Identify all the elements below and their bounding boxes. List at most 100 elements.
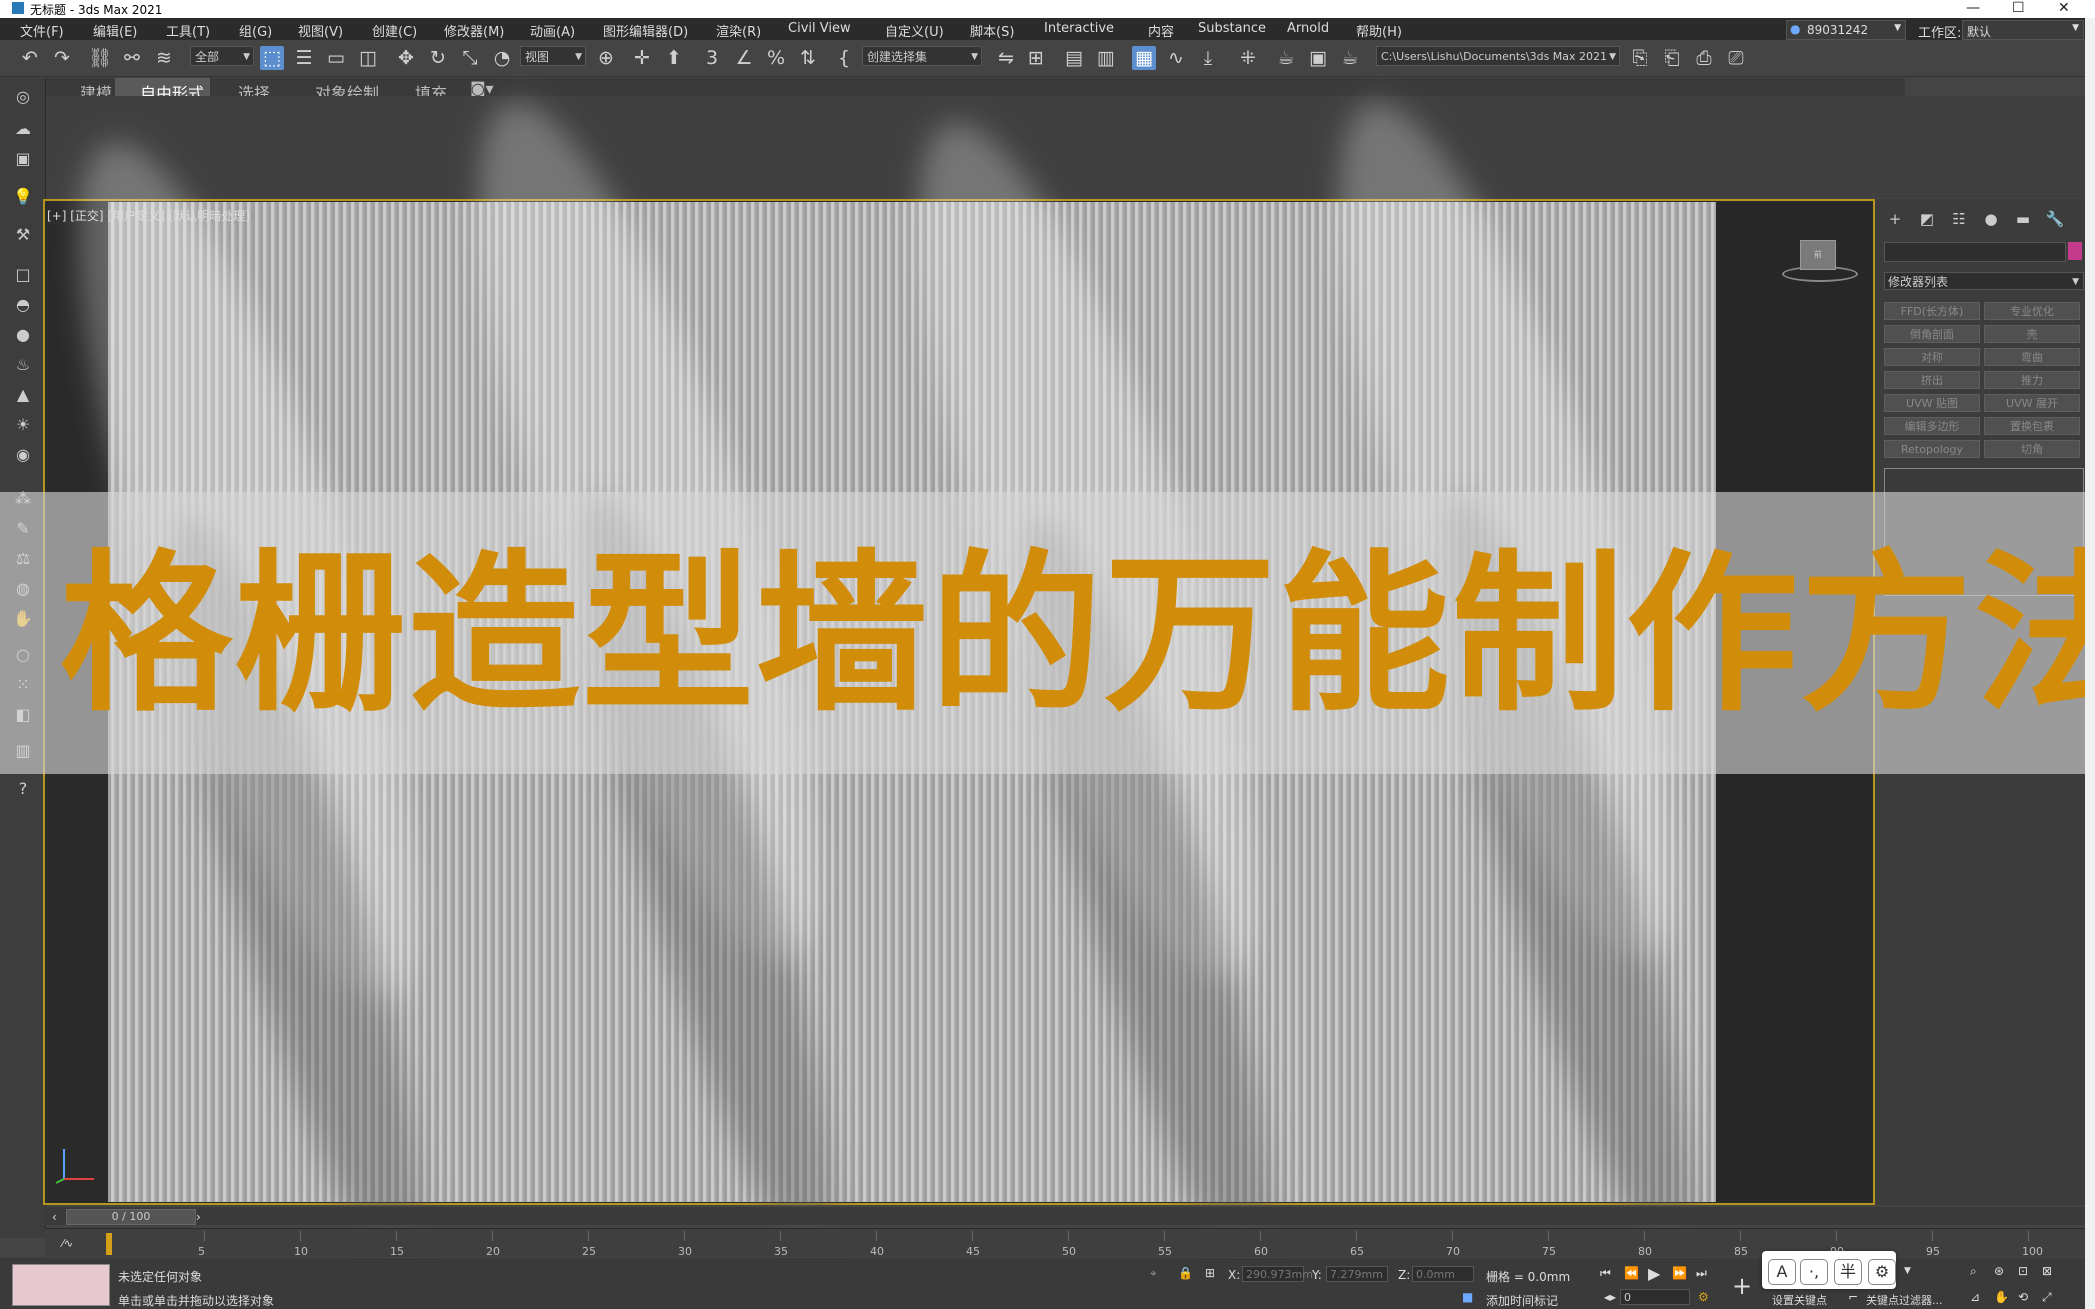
menu-file[interactable]: 文件(F) bbox=[20, 21, 64, 40]
sphere-icon[interactable]: ● bbox=[12, 324, 34, 346]
place-icon[interactable]: ◔ bbox=[490, 46, 514, 70]
time-slider-thumb[interactable]: 0 / 100 bbox=[66, 1209, 196, 1225]
chevron-right-icon[interactable]: › bbox=[196, 1210, 201, 1224]
zoom-all-icon[interactable]: ⊛ bbox=[1994, 1264, 2004, 1278]
time-configuration-icon[interactable]: ⚙ bbox=[1698, 1290, 1709, 1304]
create-panel-icon[interactable]: + bbox=[1884, 210, 1906, 230]
zoom-icon[interactable]: ⌕ bbox=[1970, 1264, 1977, 1279]
key-filter-icon[interactable]: ⌐ bbox=[1848, 1290, 1858, 1304]
isolate-selection-icon[interactable]: ⌖ bbox=[1150, 1266, 1157, 1281]
modifier-push-button[interactable]: 推力 bbox=[1984, 371, 2080, 389]
menu-help[interactable]: 帮助(H) bbox=[1356, 21, 1402, 40]
hemisphere-icon[interactable]: ◓ bbox=[12, 294, 34, 316]
viewport-navigation-icon[interactable]: ◎ bbox=[12, 86, 34, 108]
modifier-bevel-profile-button[interactable]: 倒角剖面 bbox=[1884, 325, 1980, 343]
percent-snap-icon[interactable]: % bbox=[764, 46, 788, 70]
menu-views[interactable]: 视图(V) bbox=[298, 21, 343, 40]
menu-interactive[interactable]: Interactive bbox=[1044, 21, 1114, 36]
chevron-down-icon[interactable]: ▼ bbox=[1904, 1266, 1911, 1276]
reference-coordinate-dropdown[interactable]: 视图 ▼ bbox=[520, 46, 586, 66]
sun-icon[interactable]: ☀ bbox=[12, 414, 34, 436]
help-icon[interactable]: ? bbox=[12, 778, 34, 800]
link-icon[interactable]: ⛓ bbox=[88, 46, 112, 70]
modifier-list-dropdown[interactable]: 修改器列表 ▼ bbox=[1884, 272, 2084, 290]
snaps-toggle-icon[interactable]: 3 bbox=[700, 46, 724, 70]
menu-tools[interactable]: 工具(T) bbox=[166, 21, 210, 40]
select-object-icon[interactable]: ⬚ bbox=[260, 46, 284, 70]
menu-content[interactable]: 内容 bbox=[1148, 21, 1174, 40]
menu-customize[interactable]: 自定义(U) bbox=[885, 21, 944, 40]
geosphere-icon[interactable]: ◉ bbox=[12, 444, 34, 466]
previous-frame-icon[interactable]: ⏪ bbox=[1624, 1266, 1639, 1280]
menu-create[interactable]: 创建(C) bbox=[372, 21, 417, 40]
redo-icon[interactable]: ↷ bbox=[50, 46, 74, 70]
teapot-icon[interactable]: ♨ bbox=[12, 354, 34, 376]
bind-space-warp-icon[interactable]: ≋ bbox=[152, 46, 176, 70]
material-editor-icon[interactable]: ⁜ bbox=[1236, 46, 1260, 70]
render-production-icon[interactable]: ☕ bbox=[1338, 46, 1362, 70]
ime-half-width-button[interactable]: 半 bbox=[1834, 1259, 1862, 1285]
unlink-icon[interactable]: ⚯ bbox=[120, 46, 144, 70]
menu-modifiers[interactable]: 修改器(M) bbox=[444, 21, 504, 40]
align-icon[interactable]: ⊞ bbox=[1024, 46, 1048, 70]
user-account-dropdown[interactable]: ● 89031242 ▼ bbox=[1786, 20, 1906, 40]
time-tag-icon[interactable]: ■ bbox=[1462, 1290, 1473, 1304]
close-button[interactable]: ✕ bbox=[2058, 0, 2070, 16]
modifier-retopology-button[interactable]: Retopology bbox=[1884, 440, 1980, 458]
object-name-field[interactable] bbox=[1884, 242, 2066, 262]
select-manipulate-icon[interactable]: ✛ bbox=[630, 46, 654, 70]
menu-graph-editors[interactable]: 图形编辑器(D) bbox=[603, 21, 688, 40]
project-settings-icon[interactable]: ⎚ bbox=[1724, 46, 1748, 70]
modify-panel-icon[interactable]: ◩ bbox=[1916, 210, 1938, 230]
maxscript-listener-mini[interactable] bbox=[12, 1264, 110, 1306]
minimize-button[interactable]: — bbox=[1966, 0, 1980, 16]
modifier-shell-button[interactable]: 壳 bbox=[1984, 325, 2080, 343]
rotate-icon[interactable]: ↻ bbox=[426, 46, 450, 70]
menu-arnold[interactable]: Arnold bbox=[1287, 21, 1329, 36]
undo-icon[interactable]: ↶ bbox=[18, 46, 42, 70]
current-frame-field[interactable]: 0 bbox=[1620, 1289, 1690, 1305]
helper-icon[interactable]: ⚒ bbox=[12, 224, 34, 246]
pan-icon[interactable]: ✋ bbox=[1994, 1290, 2009, 1304]
cone-icon[interactable]: ▲ bbox=[12, 384, 34, 406]
lock-icon[interactable]: 🔒 bbox=[1178, 1266, 1193, 1280]
ime-punctuation-button[interactable]: ·, bbox=[1800, 1259, 1828, 1285]
viewcube[interactable]: 前 bbox=[1800, 240, 1836, 270]
set-key-button[interactable]: 设置关键点 bbox=[1772, 1292, 1827, 1308]
mirror-icon[interactable]: ⇋ bbox=[994, 46, 1018, 70]
x-coordinate-field[interactable]: 290.973mm bbox=[1242, 1266, 1313, 1282]
workspace-dropdown[interactable]: 默认 ▼ bbox=[1962, 20, 2084, 40]
selection-filter-dropdown[interactable]: 全部 ▼ bbox=[190, 46, 254, 66]
field-of-view-icon[interactable]: ⊿ bbox=[1970, 1290, 1980, 1304]
image-icon[interactable]: ▣ bbox=[12, 148, 34, 170]
zoom-extents-icon[interactable]: ⊡ bbox=[2018, 1264, 2028, 1278]
modifier-edit-poly-button[interactable]: 编辑多边形 bbox=[1884, 417, 1980, 435]
render-setup-icon[interactable]: ☕ bbox=[1274, 46, 1298, 70]
project-path-dropdown[interactable]: C:\Users\Lishu\Documents\3ds Max 2021 ▼ bbox=[1376, 46, 1620, 66]
viewport-label[interactable]: [+] [正交] [用户定义] [默认明暗处理] bbox=[47, 207, 250, 224]
modifier-ffd-box-button[interactable]: FFD(长方体) bbox=[1884, 302, 1980, 320]
orbit-icon[interactable]: ⟲ bbox=[2018, 1290, 2028, 1304]
chevron-left-icon[interactable]: ‹ bbox=[52, 1210, 57, 1224]
scale-icon[interactable]: ⤡ bbox=[458, 46, 482, 70]
rectangular-selection-icon[interactable]: ▭ bbox=[324, 46, 348, 70]
playhead[interactable] bbox=[106, 1233, 112, 1255]
y-coordinate-field[interactable]: 7.279mm bbox=[1326, 1266, 1388, 1282]
select-by-name-icon[interactable]: ☰ bbox=[292, 46, 316, 70]
modifier-bend-button[interactable]: 弯曲 bbox=[1984, 348, 2080, 366]
z-coordinate-field[interactable]: 0.0mm bbox=[1412, 1266, 1474, 1282]
key-mode-icon[interactable]: ◂▸ bbox=[1604, 1290, 1616, 1304]
layer-explorer-icon[interactable]: ▥ bbox=[1094, 46, 1118, 70]
modifier-displace-wrap-button[interactable]: 置换包裹 bbox=[1984, 417, 2080, 435]
zoom-extents-all-icon[interactable]: ⊠ bbox=[2042, 1264, 2052, 1278]
ime-language-button[interactable]: A bbox=[1768, 1259, 1796, 1285]
light-icon[interactable]: 💡 bbox=[12, 186, 34, 208]
rendered-frame-icon[interactable]: ▣ bbox=[1306, 46, 1330, 70]
scene-explorer-icon[interactable]: ▤ bbox=[1062, 46, 1086, 70]
menu-group[interactable]: 组(G) bbox=[239, 21, 272, 40]
modifier-uvw-unwrap-button[interactable]: UVW 展开 bbox=[1984, 394, 2080, 412]
object-color-swatch[interactable] bbox=[2068, 242, 2082, 260]
display-panel-icon[interactable]: ▬ bbox=[2012, 210, 2034, 230]
add-time-tag-button[interactable]: 添加时间标记 bbox=[1486, 1292, 1558, 1309]
utilities-panel-icon[interactable]: 🔧 bbox=[2044, 210, 2066, 230]
